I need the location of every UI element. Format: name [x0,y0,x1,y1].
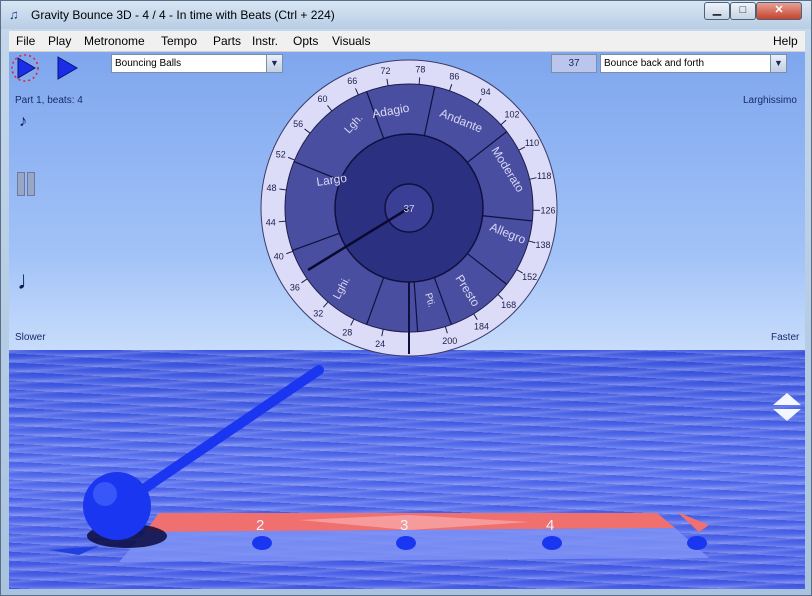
menu-play[interactable]: Play [48,34,71,48]
dial-tick-label: 72 [381,66,391,76]
dial-tick-label: 94 [481,87,491,97]
ball-highlight [93,482,117,506]
play-icon[interactable] [53,54,81,82]
slower-button[interactable]: Slower [15,332,46,343]
dial-tick-label: 110 [525,138,539,148]
dial-tick-label: 48 [266,183,276,193]
dial-tick-label: 60 [317,94,327,104]
dial-tick-label: 28 [342,328,352,338]
beat-marker-3 [396,536,416,550]
dial-tick-label: 184 [474,322,489,332]
dial-tick-label: 138 [535,240,550,250]
chevron-down-icon[interactable]: ▼ [770,55,786,72]
dial-tick-label: 44 [266,218,276,228]
track-start-marker [49,546,99,555]
dial-tick-label: 118 [537,171,551,181]
menu-help[interactable]: Help [773,34,798,48]
menu-tempo[interactable]: Tempo [161,34,197,48]
dial-tick-label: 152 [522,272,537,282]
dial-tick-label: 126 [540,205,555,215]
dial-tick-label: 168 [501,300,516,310]
bouncing-ball [83,472,151,540]
eighth-note-icon: ♪ [19,113,27,130]
beat-number-3: 3 [400,517,408,534]
menu-instr[interactable]: Instr. [252,34,278,48]
minimize-button[interactable]: ▁ [704,2,730,20]
tempo-name-label: Larghissimo [743,95,797,106]
dial-tick-label: 200 [442,336,457,346]
motion-select[interactable]: Bounce back and forth ▼ [600,54,787,73]
dial-tick-label: 24 [375,339,385,349]
beat-number-4: 4 [546,517,554,534]
track-end-marker [677,512,709,532]
dial-tick-label: 66 [347,76,357,86]
menu-metronome[interactable]: Metronome [84,34,145,48]
visual-area: Bouncing Balls ▼ 37 Bounce back and fort… [9,52,805,589]
menu-bar: File Play Metronome Tempo Parts Instr. O… [9,31,805,52]
pendulum-arm [140,365,324,493]
play-selected-icon[interactable] [11,54,39,82]
faster-button[interactable]: Faster [771,332,799,343]
dial-tick-mark [418,77,421,85]
visual-style-select[interactable]: Bouncing Balls ▼ [111,54,283,73]
beat-marker-5 [687,536,707,550]
tempo-dial[interactable]: 24 28 32 36 40 44 48 52 56 60 66 72 78 86 94 102 110 118 1… [259,58,559,358]
part-beats-label: Part 1, beats: 4 [15,95,83,106]
menu-visuals[interactable]: Visuals [332,34,370,48]
beat-marker-2 [252,536,272,550]
motion-value: Bounce back and forth [604,58,705,69]
dial-tick-label: 52 [276,149,286,159]
dial-tick-label: 78 [415,64,425,74]
bounce-scene: 2 3 4 [49,365,709,562]
app-window: ♫ Gravity Bounce 3D - 4 / 4 - In time wi… [0,0,812,596]
close-button[interactable]: ✕ [756,2,802,20]
dial-tick-label: 36 [290,282,300,292]
dial-tick-label: 102 [505,110,520,120]
quarter-note-icon: ♩ [17,265,43,295]
dial-tick-label: 32 [313,308,323,318]
visual-style-value: Bouncing Balls [115,58,182,69]
window-title: Gravity Bounce 3D - 4 / 4 - In time with… [31,8,335,22]
pause-icon[interactable] [17,172,37,196]
dial-tick-label: 56 [293,119,303,129]
title-bar: ♫ Gravity Bounce 3D - 4 / 4 - In time wi… [1,1,811,29]
dial-tick-label: 86 [449,72,459,82]
app-logo-icon: ♫ [9,7,19,22]
menu-opts[interactable]: Opts [293,34,318,48]
dial-center-value: 37 [403,204,415,215]
maximize-button[interactable]: □ [730,2,756,20]
beat-marker-4 [542,536,562,550]
menu-file[interactable]: File [16,34,35,48]
beat-number-2: 2 [256,517,264,534]
dial-tick-label: 40 [274,252,284,262]
menu-parts[interactable]: Parts [213,34,241,48]
